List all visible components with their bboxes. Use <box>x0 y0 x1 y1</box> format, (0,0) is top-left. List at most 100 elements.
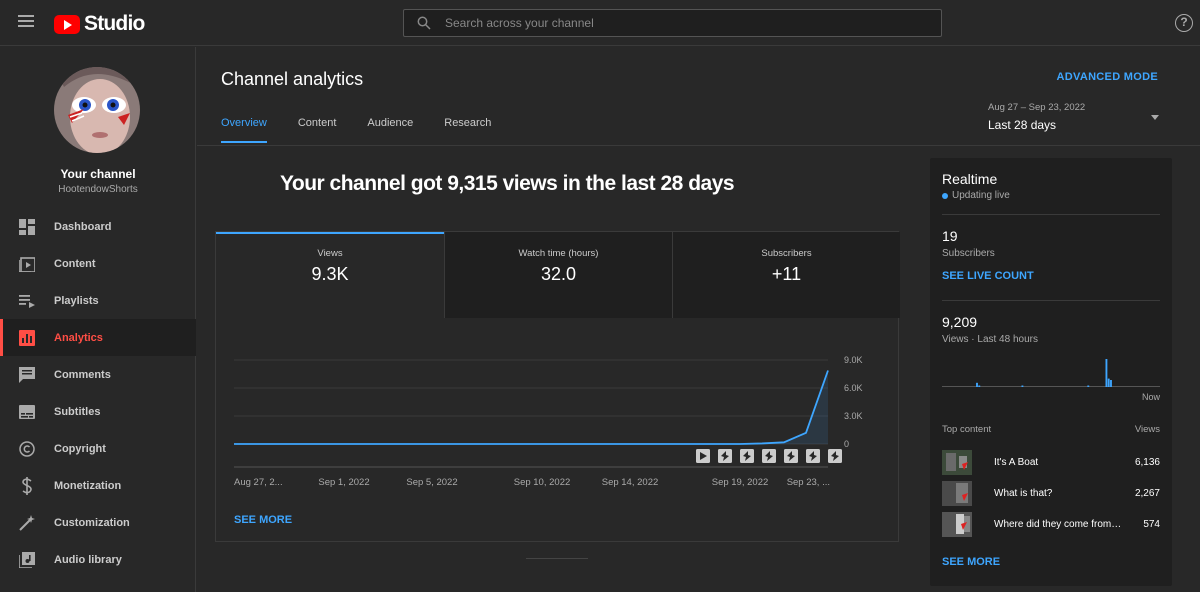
live-dot-icon <box>942 192 948 199</box>
top-bar: Studio ? <box>0 0 1200 46</box>
sidebar-item-dashboard[interactable]: Dashboard <box>0 208 196 245</box>
sidebar-item-label: Monetization <box>54 479 122 492</box>
tab-research[interactable]: Research <box>444 117 491 143</box>
tab-overview[interactable]: Overview <box>221 117 267 143</box>
metric-views[interactable]: Views 9.3K <box>216 232 444 318</box>
top-content-item[interactable]: Where did they come from..... 574 <box>942 512 1160 537</box>
sidebar: Your channel HootendowShorts Dashboard C… <box>0 47 196 592</box>
metrics-card: Views 9.3K Watch time (hours) 32.0 Subsc… <box>215 231 900 542</box>
divider <box>942 214 1160 215</box>
video-thumbnail <box>942 450 972 475</box>
content-icon <box>18 255 36 273</box>
divider <box>942 300 1160 301</box>
realtime-status-text: Updating live <box>952 190 1010 201</box>
studio-logo[interactable]: Studio <box>54 12 145 36</box>
main-panel: Channel analytics ADVANCED MODE Overview… <box>197 47 1200 592</box>
sidebar-item-analytics[interactable]: Analytics <box>0 319 196 356</box>
date-range-selector[interactable]: Aug 27 – Sep 23, 2022 Last 28 days <box>988 102 1163 132</box>
metric-value: 9.3K <box>311 264 349 284</box>
top-content-item[interactable]: What is that? 2,267 <box>942 481 1160 506</box>
sidebar-item-label: Subtitles <box>54 405 101 418</box>
y-tick-label: 6.0K <box>844 383 863 393</box>
playlists-icon <box>18 292 36 310</box>
top-content-item[interactable]: It's A Boat 6,136 <box>942 450 1160 475</box>
realtime-bar <box>978 385 981 387</box>
channel-name: HootendowShorts <box>58 184 138 195</box>
sidebar-item-label: Copyright <box>54 442 106 455</box>
realtime-see-more-button[interactable]: SEE MORE <box>942 556 1000 568</box>
customization-icon <box>18 514 36 532</box>
sidebar-item-customization[interactable]: Customization <box>0 504 196 541</box>
sidebar-item-copyright[interactable]: Copyright <box>0 430 196 467</box>
sidebar-item-playlists[interactable]: Playlists <box>0 282 196 319</box>
realtime-bar <box>1087 385 1090 387</box>
sidebar-item-label: Customization <box>54 516 130 529</box>
metric-subscribers[interactable]: Subscribers +11 <box>672 232 900 318</box>
video-views: 2,267 <box>1134 488 1160 499</box>
sidebar-item-audio-library[interactable]: Audio library <box>0 541 196 578</box>
logo-text: Studio <box>84 12 145 35</box>
metric-value: +11 <box>771 264 802 284</box>
date-range-dates: Aug 27 – Sep 23, 2022 <box>988 102 1086 113</box>
search-icon <box>417 16 431 30</box>
menu-icon[interactable] <box>18 15 34 29</box>
realtime-subscribers-label: Subscribers <box>942 248 995 259</box>
x-tick-label: Sep 14, 2022 <box>602 477 659 488</box>
sidebar-item-label: Dashboard <box>54 220 112 233</box>
x-tick-label: Sep 1, 2022 <box>318 477 369 488</box>
dashboard-icon <box>18 218 36 236</box>
copyright-icon <box>18 440 36 458</box>
y-tick-label: 0 <box>844 439 849 449</box>
video-views: 574 <box>1143 519 1160 530</box>
metric-watch-time[interactable]: Watch time (hours) 32.0 <box>444 232 672 318</box>
dropdown-arrow-icon <box>1151 115 1159 120</box>
channel-title: Your channel <box>60 167 136 181</box>
realtime-title: Realtime <box>942 171 998 187</box>
realtime-views-value: 9,209 <box>942 314 978 330</box>
views-column-label: Views <box>1134 424 1160 435</box>
sidebar-item-monetization[interactable]: Monetization <box>0 467 196 504</box>
advanced-mode-button[interactable]: ADVANCED MODE <box>1057 71 1158 83</box>
divider <box>526 558 588 559</box>
x-tick-label: Sep 19, 2022 <box>712 477 769 488</box>
search-bar[interactable] <box>403 9 942 37</box>
youtube-play-icon <box>54 14 80 34</box>
page-title: Channel analytics <box>221 69 364 89</box>
monetization-icon <box>18 476 36 495</box>
video-thumbnail <box>942 512 972 537</box>
subtitles-icon <box>18 403 36 421</box>
date-range-label: Last 28 days <box>988 118 1057 132</box>
avatar-image <box>54 67 140 153</box>
realtime-bar <box>976 382 978 387</box>
views-headline: Your channel got 9,315 views in the last… <box>279 172 735 195</box>
sidebar-item-comments[interactable]: Comments <box>0 356 196 393</box>
views-series-line <box>234 370 829 445</box>
sidebar-item-label: Playlists <box>54 294 99 307</box>
video-title: It's A Boat <box>994 457 1039 468</box>
search-input[interactable] <box>431 16 941 30</box>
x-tick-label: Sep 23, ... <box>787 477 830 488</box>
sidebar-item-subtitles[interactable]: Subtitles <box>0 393 196 430</box>
tab-content[interactable]: Content <box>298 117 337 143</box>
top-content-label: Top content <box>942 424 992 435</box>
sidebar-item-label: Audio library <box>54 553 122 566</box>
x-tick-label: Sep 5, 2022 <box>406 477 457 488</box>
sidebar-item-label: Content <box>54 257 96 270</box>
sidebar-item-label: Comments <box>54 368 111 381</box>
channel-avatar[interactable] <box>54 67 140 153</box>
realtime-card: Realtime Updating live 19 Subscribers SE… <box>930 158 1172 586</box>
metric-value: 32.0 <box>540 264 577 284</box>
audio-library-icon <box>18 551 36 569</box>
sidebar-item-label: Analytics <box>54 331 103 344</box>
see-live-count-button[interactable]: SEE LIVE COUNT <box>942 270 1034 282</box>
see-more-button[interactable]: SEE MORE <box>234 514 292 526</box>
metric-label: Subscribers <box>761 248 812 259</box>
realtime-bar <box>1107 378 1110 387</box>
help-icon[interactable]: ? <box>1175 14 1193 32</box>
sidebar-item-content[interactable]: Content <box>0 245 196 282</box>
video-title: What is that? <box>994 488 1053 499</box>
metric-label: Views <box>317 248 343 259</box>
video-thumbnail <box>942 481 972 506</box>
y-tick-label: 9.0K <box>844 355 863 365</box>
tab-audience[interactable]: Audience <box>367 117 413 143</box>
